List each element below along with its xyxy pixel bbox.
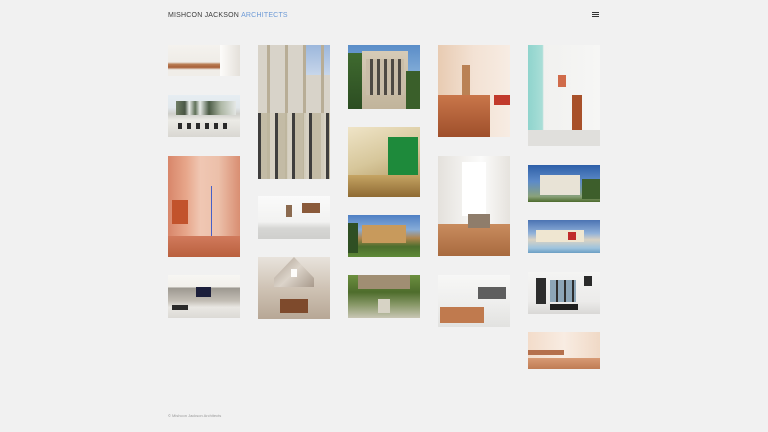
project-thumbnail[interactable]: [168, 95, 240, 137]
logo-architects: ARCHITECTS: [241, 12, 288, 19]
project-thumbnail[interactable]: [168, 156, 240, 257]
project-thumbnail[interactable]: [348, 215, 420, 257]
project-thumbnail[interactable]: [348, 275, 420, 318]
project-thumbnail[interactable]: [438, 275, 510, 327]
project-thumbnail[interactable]: [438, 45, 510, 137]
project-thumbnail[interactable]: [348, 127, 420, 197]
project-thumbnail[interactable]: [528, 45, 600, 146]
project-thumbnail[interactable]: [348, 45, 420, 109]
project-thumbnail[interactable]: [438, 156, 510, 256]
project-thumbnail[interactable]: [528, 332, 600, 369]
project-thumbnail[interactable]: [258, 257, 330, 319]
project-thumbnail[interactable]: [528, 165, 600, 202]
footer-copyright: © Mishcon Jackson Architects: [168, 413, 222, 418]
project-thumbnail[interactable]: [258, 196, 330, 239]
site-logo[interactable]: MISHCON JACKSON ARCHITECTS: [168, 11, 288, 20]
project-thumbnail[interactable]: [258, 45, 330, 179]
hamburger-menu-icon[interactable]: [592, 11, 600, 19]
project-thumbnail[interactable]: [168, 275, 240, 318]
project-thumbnail[interactable]: [528, 272, 600, 314]
project-thumbnail[interactable]: [168, 45, 240, 76]
logo-name: MISHCON JACKSON: [168, 12, 240, 19]
site-header: MISHCON JACKSON ARCHITECTS: [168, 11, 600, 23]
project-thumbnail[interactable]: [528, 220, 600, 253]
